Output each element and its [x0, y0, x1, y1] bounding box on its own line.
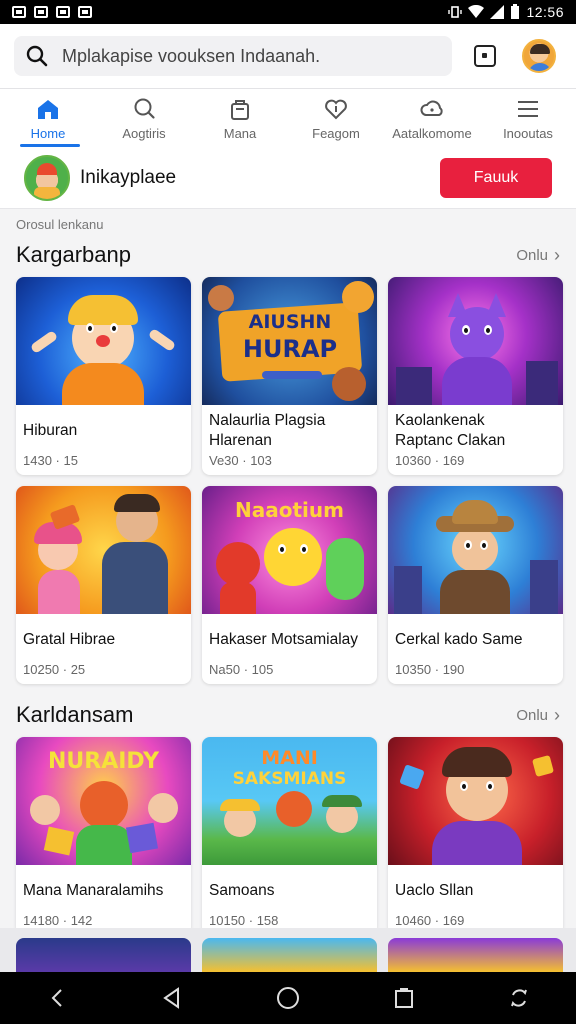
game-title: Kaolankenak Raptanc Clakan — [395, 412, 506, 449]
see-all-label: Onlu — [516, 706, 548, 724]
user-avatar[interactable] — [522, 39, 556, 73]
game-card[interactable]: Kaolankenak Raptanc Clakan 10360 · 169 — [388, 277, 563, 475]
game-card[interactable]: NURAIDY Mana Manaralamihs 14180 · 142 — [16, 737, 191, 935]
menu-icon — [518, 101, 538, 117]
primary-button[interactable]: Fauuk — [440, 157, 552, 198]
scan-button[interactable] — [474, 45, 496, 67]
home-button-icon[interactable] — [275, 985, 301, 1011]
search-header — [0, 24, 576, 88]
clock: 12:56 — [526, 4, 564, 20]
game-card[interactable]: Hiburan 1430 · 15 — [16, 277, 191, 475]
game-card[interactable]: Cerkal kado Same 10350 · 190 — [388, 486, 563, 684]
tab-label: Inooutas — [503, 126, 553, 141]
battery-icon — [511, 4, 520, 19]
tab-aatalkomome[interactable]: Aatalkomome — [384, 89, 480, 147]
game-card[interactable]: Naaotium Hakaser Motsamialay Na50 · 105 — [202, 486, 377, 684]
tab-home[interactable]: Home — [0, 89, 96, 147]
game-title: Nalaurlia Plagsia Hlarenan — [209, 412, 326, 449]
chevron-right-icon: › — [554, 704, 560, 725]
section-title: Kargarbanp — [16, 242, 131, 267]
game-meta: 10460 · 169 — [395, 913, 465, 928]
game-meta: 1430 · 15 — [23, 453, 78, 468]
category-nav: Home Aogtiris Mana Feagom Aatalkomome In… — [0, 89, 576, 147]
game-meta: 14180 · 142 — [23, 913, 93, 928]
game-title: Hakaser Motsamialay — [209, 631, 359, 648]
game-card[interactable]: MANI SAKSMIANS Samoans 10150 · 158 — [202, 737, 377, 935]
tab-mana[interactable]: Mana — [192, 89, 288, 147]
game-thumbnail — [16, 277, 191, 405]
profile-row: Inikayplaee Fauuk — [0, 147, 576, 209]
status-bar: 12:56 — [0, 0, 576, 24]
vibrate-icon — [448, 6, 463, 18]
game-thumbnail — [388, 486, 563, 614]
game-thumbnail: MANI SAKSMIANS — [202, 737, 377, 865]
see-all-link[interactable]: Onlu › — [516, 245, 560, 266]
chevron-right-icon: › — [554, 244, 560, 265]
app-root: 12:56 Home Aogtiris Mana Feagom — [0, 0, 576, 1024]
heart-icon — [325, 99, 347, 120]
game-thumbnail — [388, 737, 563, 865]
game-card[interactable]: Gratal Hibrae 10250 · 25 — [16, 486, 191, 684]
signal-icon — [490, 5, 505, 19]
game-title: Cerkal kado Same — [395, 631, 523, 648]
search-icon[interactable] — [26, 45, 48, 67]
status-indicators: 12:56 — [448, 4, 564, 20]
search-icon — [134, 98, 155, 119]
image-icon — [56, 6, 70, 18]
tab-label: Aatalkomome — [392, 126, 472, 141]
section-header: Kargarbanp Onlu › — [16, 242, 560, 268]
next-row-preview — [0, 928, 576, 972]
tab-label: Mana — [223, 126, 257, 141]
game-title: Gratal Hibrae — [23, 631, 116, 648]
game-title: Samoans — [209, 882, 275, 899]
recents-icon[interactable] — [392, 986, 416, 1010]
profile-avatar[interactable] — [24, 154, 70, 201]
game-meta: 10150 · 158 — [209, 913, 279, 928]
game-meta: 10350 · 190 — [395, 662, 465, 677]
game-thumbnail: NURAIDY — [16, 737, 191, 865]
game-meta: Ve30 · 103 — [209, 453, 272, 468]
see-all-label: Onlu — [516, 246, 548, 264]
home-icon — [38, 100, 58, 119]
tab-label: Aogtiris — [122, 126, 166, 141]
tab-inooutas[interactable]: Inooutas — [480, 89, 576, 147]
game-meta: 10360 · 169 — [395, 453, 465, 468]
tab-label: Feagom — [312, 126, 360, 141]
message-icon — [78, 6, 92, 18]
profile-name: Inikayplaee — [80, 166, 177, 188]
section-caption: Orosul lenkanu — [16, 217, 104, 232]
section-title: Karldansam — [16, 702, 134, 727]
rotate-icon[interactable] — [507, 986, 531, 1010]
game-card[interactable]: AIUSHN HURAP Nalaurlia Plagsia Hlarenan … — [202, 277, 377, 475]
game-meta: 10250 · 25 — [23, 662, 86, 677]
game-title: Hiburan — [23, 422, 78, 439]
bag-icon — [231, 100, 249, 120]
back-icon[interactable] — [160, 986, 184, 1010]
notification-icon — [12, 6, 26, 18]
tab-feagom[interactable]: Feagom — [288, 89, 384, 147]
tab-label: Home — [30, 126, 66, 141]
game-card[interactable] — [388, 938, 563, 972]
game-card[interactable] — [202, 938, 377, 972]
game-title: Mana Manaralamihs — [23, 882, 164, 899]
search-input[interactable] — [62, 45, 422, 67]
search-bar[interactable] — [14, 36, 452, 76]
game-thumbnail — [16, 486, 191, 614]
game-card[interactable] — [16, 938, 191, 972]
wifi-icon — [468, 5, 485, 18]
cloud-icon — [420, 100, 443, 116]
game-title: Uaclo Sllan — [395, 882, 474, 899]
see-all-link[interactable]: Onlu › — [516, 705, 560, 726]
game-thumbnail: AIUSHN HURAP — [202, 277, 377, 405]
system-nav-bar — [0, 972, 576, 1024]
tab-aogtiris[interactable]: Aogtiris — [96, 89, 192, 147]
section-header: Karldansam Onlu › — [16, 702, 560, 728]
back-arrow-icon[interactable] — [45, 986, 69, 1010]
game-meta: Na50 · 105 — [209, 662, 274, 677]
status-notifications — [12, 6, 92, 18]
game-card[interactable]: Uaclo Sllan 10460 · 169 — [388, 737, 563, 935]
game-thumbnail: Naaotium — [202, 486, 377, 614]
game-thumbnail — [388, 277, 563, 405]
notification-icon — [34, 6, 48, 18]
